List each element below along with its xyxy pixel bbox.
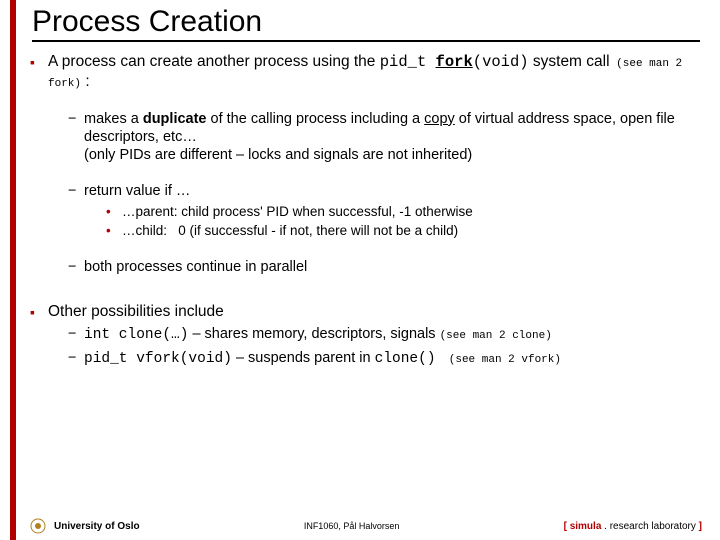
text: …child:: [122, 223, 178, 238]
text: …parent: child process' PID when success…: [122, 204, 473, 219]
text: (only PIDs are different – locks and sig…: [84, 147, 472, 163]
bullet-vfork: pid_t vfork(void) – suspends parent in c…: [68, 349, 700, 368]
slide-container: Process Creation A process can create an…: [0, 0, 720, 540]
bullet-other: Other possibilities include int clone(…)…: [30, 302, 700, 368]
slide-title: Process Creation: [32, 6, 700, 42]
accent-bar: [10, 0, 16, 540]
bullet-return-value: return value if … …parent: child process…: [68, 182, 700, 240]
crest-icon: [30, 518, 46, 534]
text: Other possibilities include: [48, 303, 224, 320]
simula-label: simula: [570, 521, 602, 532]
bullet-list-lvl3: …parent: child process' PID when success…: [84, 204, 700, 240]
text-underline: copy: [424, 111, 455, 127]
man-note: (see man 2 clone): [440, 330, 552, 342]
footer-center: INF1060, Pål Halvorsen: [304, 521, 400, 531]
text: system call: [529, 53, 610, 70]
code: int clone(…): [84, 327, 188, 343]
text: A process can create another process usi…: [48, 53, 380, 70]
code: clone(): [375, 351, 436, 367]
text: – suspends parent in: [232, 350, 375, 366]
research-lab-label: . research laboratory: [601, 521, 696, 532]
text: – shares memory, descriptors, signals: [188, 326, 439, 342]
bullet-parent: …parent: child process' PID when success…: [106, 204, 700, 221]
slide-body: A process can create another process usi…: [30, 52, 700, 368]
text: makes a: [84, 111, 143, 127]
text-bold: duplicate: [143, 111, 207, 127]
text: :: [81, 73, 90, 90]
man-note: (see man 2 vfork): [436, 354, 561, 366]
code: pid_t vfork(void): [84, 351, 232, 367]
bullet-list-lvl2: makes a duplicate of the calling process…: [48, 110, 700, 276]
code-fork: fork: [436, 53, 473, 71]
text: 0 (if successful - if not, there will no…: [178, 223, 458, 238]
bullet-list-lvl2: int clone(…) – shares memory, descriptor…: [48, 325, 700, 367]
footer: University of Oslo INF1060, Pål Halvorse…: [0, 518, 720, 534]
title-wrap: Process Creation: [32, 6, 700, 42]
bracket-right: ]: [696, 521, 702, 532]
footer-left: University of Oslo: [30, 518, 140, 534]
text: both processes continue in parallel: [84, 259, 307, 275]
code: (void): [473, 53, 529, 71]
bullet-fork: A process can create another process usi…: [30, 52, 700, 277]
university-label: University of Oslo: [54, 521, 140, 532]
bullet-clone: int clone(…) – shares memory, descriptor…: [68, 325, 700, 344]
footer-right: [ simula . research laboratory ]: [564, 521, 702, 532]
text: return value if …: [84, 183, 190, 199]
code: pid_t: [380, 53, 436, 71]
bullet-parallel: both processes continue in parallel: [68, 258, 700, 276]
bullet-list-lvl1: A process can create another process usi…: [30, 52, 700, 368]
bullet-duplicate: makes a duplicate of the calling process…: [68, 110, 700, 164]
bullet-child: …child: 0 (if successful - if not, there…: [106, 223, 700, 240]
text: of the calling process including a: [207, 111, 425, 127]
